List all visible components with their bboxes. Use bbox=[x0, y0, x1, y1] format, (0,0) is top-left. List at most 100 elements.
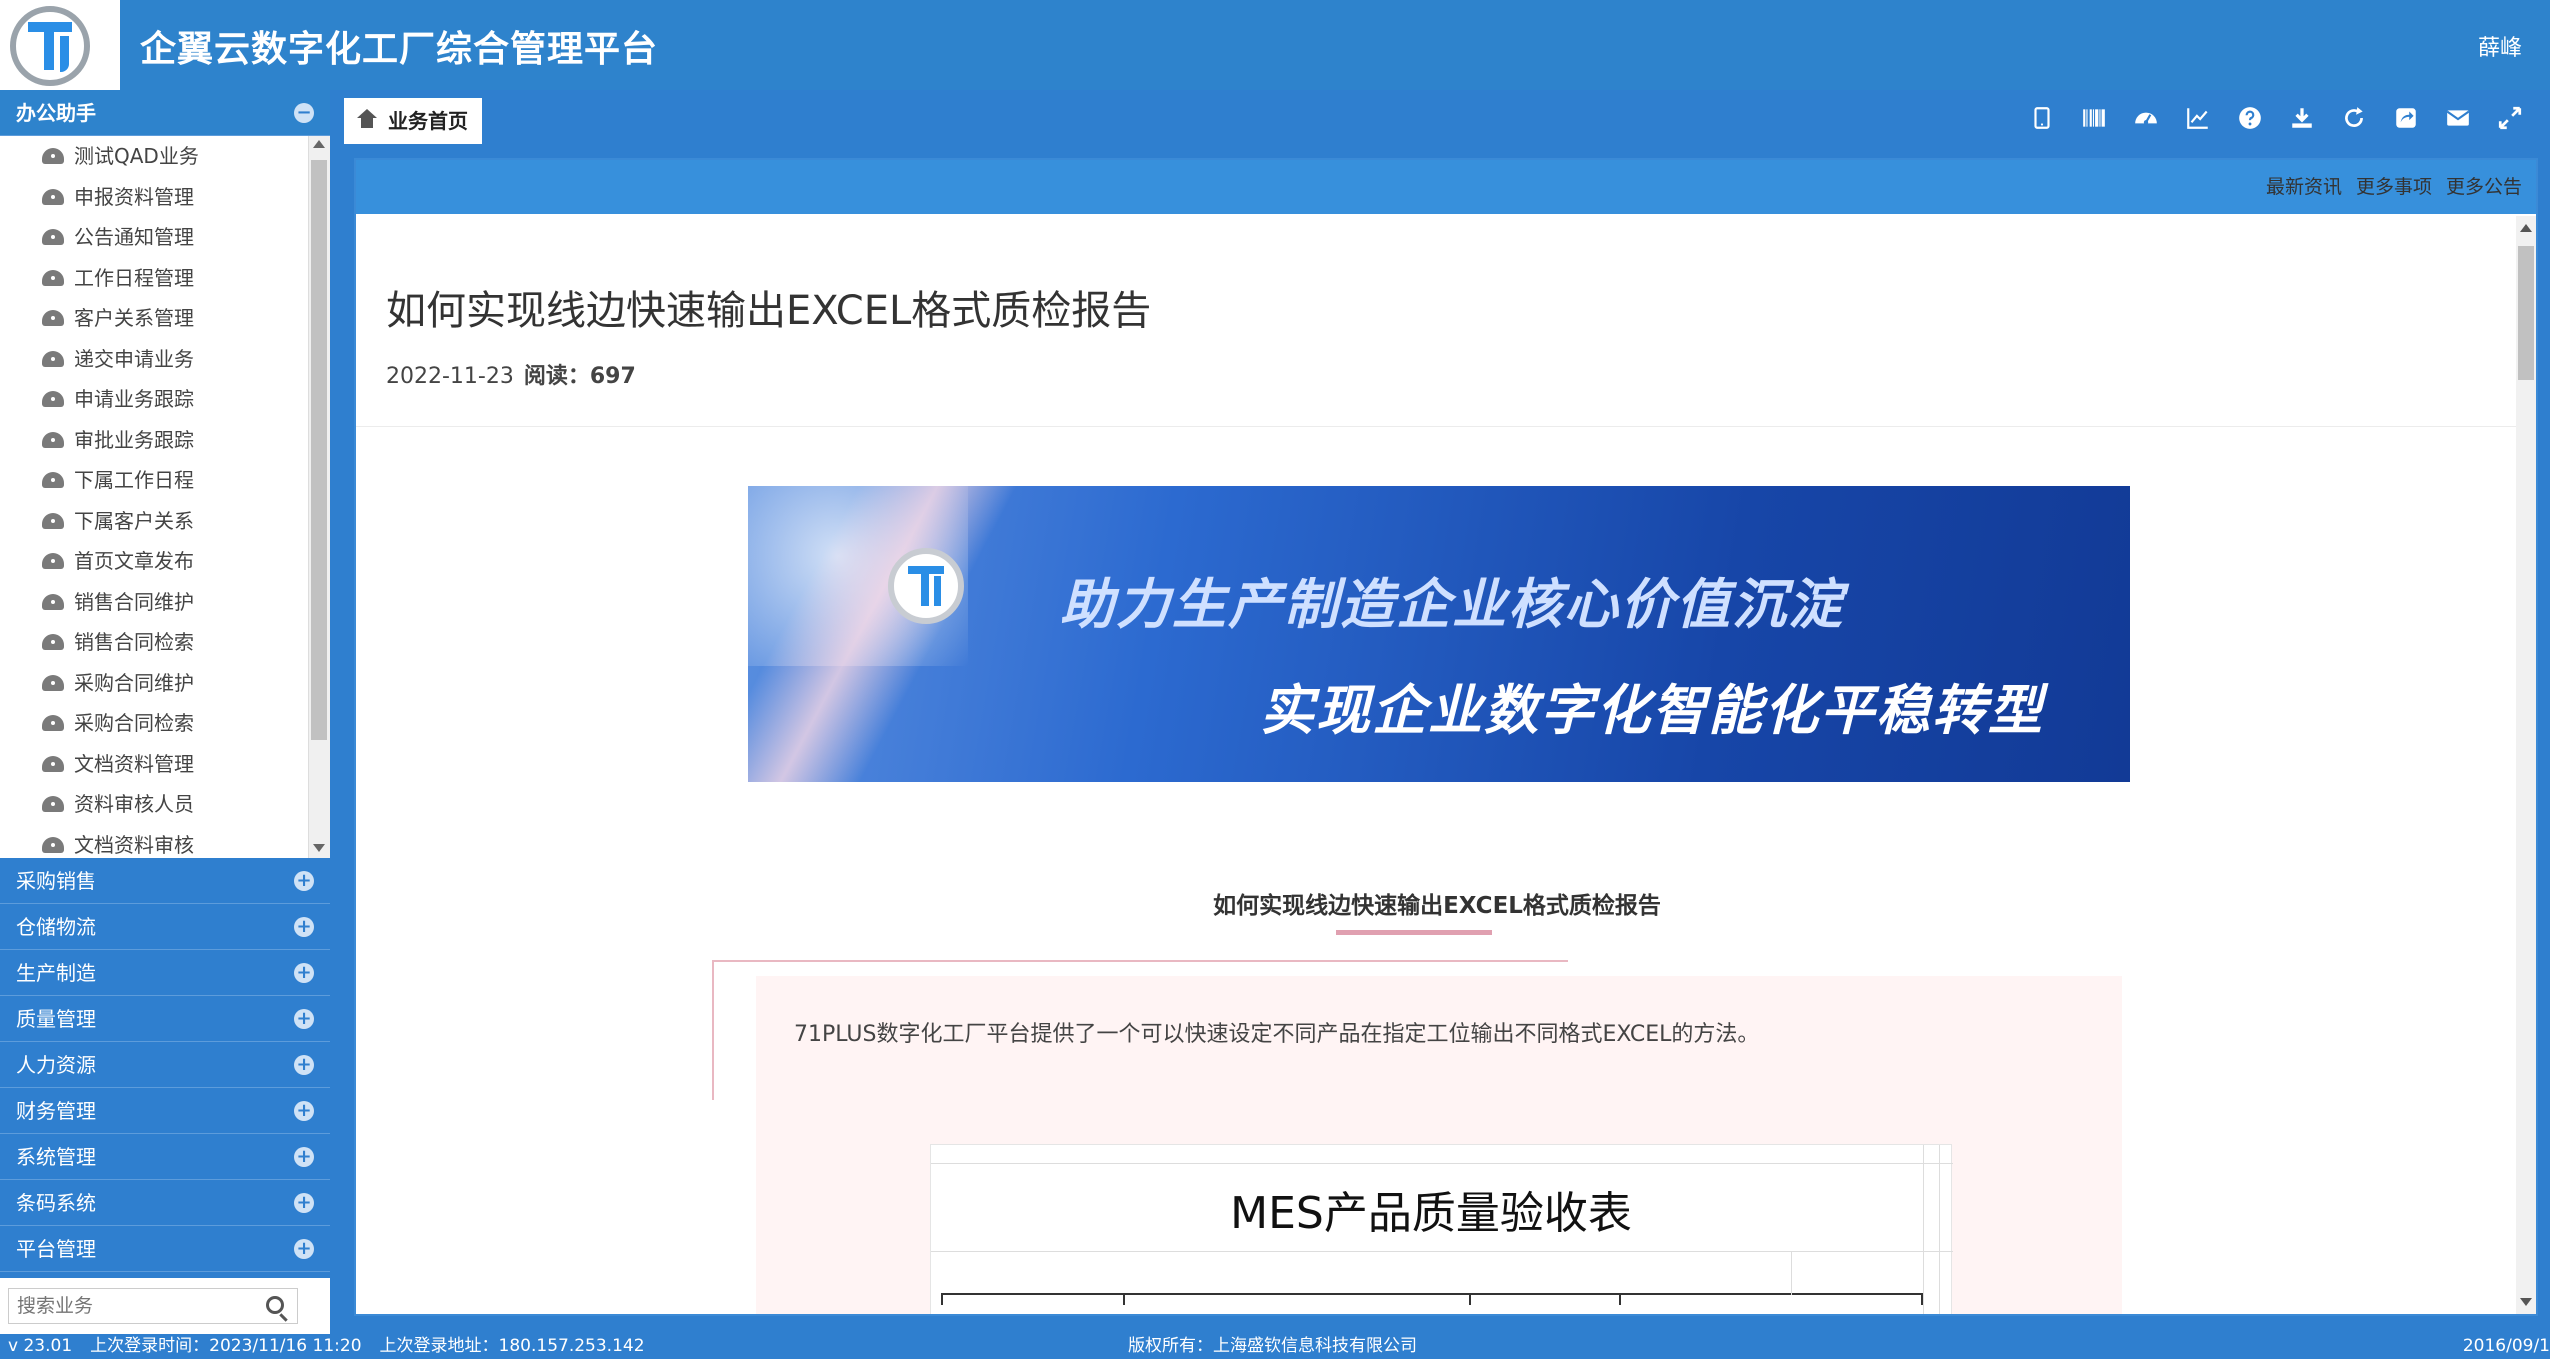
copyright: 版权所有：上海盛钦信息科技有限公司 bbox=[1128, 1336, 1417, 1356]
article-scroll-thumb[interactable] bbox=[2518, 246, 2534, 380]
sidebar-item[interactable]: 采购合同维护 bbox=[0, 663, 330, 704]
dashboard-icon bbox=[42, 350, 64, 367]
article-meta: 2022-11-23 阅读：697 bbox=[386, 358, 636, 390]
article-intro: 71PLUS数字化工厂平台提供了一个可以快速设定不同产品在指定工位输出不同格式E… bbox=[794, 1022, 1760, 1047]
collapse-icon[interactable]: − bbox=[294, 103, 314, 123]
sidebar-group-office[interactable]: 办公助手 − bbox=[0, 90, 330, 136]
article-title: 如何实现线边快速输出EXCEL格式质检报告 bbox=[386, 288, 1152, 334]
sidebar-item[interactable]: 文档资料管理 bbox=[0, 744, 330, 785]
sidebar-group[interactable]: 系统管理 + bbox=[0, 1134, 330, 1180]
sidebar-group[interactable]: 质量管理 + bbox=[0, 996, 330, 1042]
divider bbox=[356, 426, 2518, 427]
sidebar-item[interactable]: 公告通知管理 bbox=[0, 217, 330, 258]
sidebar-group[interactable]: 财务管理 + bbox=[0, 1088, 330, 1134]
dashboard-icon bbox=[42, 634, 64, 650]
dashboard-icon bbox=[42, 472, 64, 488]
article-date: 2022-11-23 bbox=[386, 364, 514, 389]
sidebar-item-label: 下属工作日程 bbox=[74, 468, 194, 492]
sidebar-item[interactable]: 递交申请业务 bbox=[0, 339, 330, 380]
sidebar-item[interactable]: 下属客户关系 bbox=[0, 501, 330, 542]
dashboard-icon[interactable] bbox=[2120, 102, 2172, 134]
mail-icon[interactable] bbox=[2432, 102, 2484, 134]
sidebar-group-label: 人力资源 bbox=[16, 1053, 96, 1077]
sidebar-group[interactable]: 人力资源 + bbox=[0, 1042, 330, 1088]
sidebar-item-label: 申请业务跟踪 bbox=[74, 387, 194, 411]
sidebar-item[interactable]: 申报资料管理 bbox=[0, 177, 330, 218]
frame-links: 最新资讯 更多事项 更多公告 bbox=[2252, 172, 2522, 199]
tablet-icon[interactable] bbox=[2016, 102, 2068, 134]
expand-icon[interactable]: + bbox=[294, 1101, 314, 1121]
sidebar-item[interactable]: 下属工作日程 bbox=[0, 460, 330, 501]
sidebar-group[interactable]: 平台管理 + bbox=[0, 1226, 330, 1272]
sidebar-item[interactable]: 审批业务跟踪 bbox=[0, 420, 330, 461]
scroll-up-icon[interactable] bbox=[2520, 224, 2532, 232]
version: v 23.01 bbox=[8, 1336, 73, 1356]
barcode-icon[interactable] bbox=[2068, 102, 2120, 134]
scroll-up-icon[interactable] bbox=[313, 140, 325, 148]
sidebar-group[interactable]: 采购销售 + bbox=[0, 858, 330, 904]
line-chart-icon[interactable] bbox=[2172, 102, 2224, 134]
dashboard-icon bbox=[42, 310, 64, 326]
dashboard-icon bbox=[42, 553, 64, 569]
sidebar-item[interactable]: 首页文章发布 bbox=[0, 541, 330, 582]
sidebar-item[interactable]: 销售合同检索 bbox=[0, 622, 330, 663]
sidebar-item-label: 资料审核人员 bbox=[74, 792, 194, 816]
tab-home[interactable]: 业务首页 bbox=[344, 98, 482, 144]
sidebar-item[interactable]: 工作日程管理 bbox=[0, 258, 330, 299]
dashboard-icon bbox=[42, 391, 64, 407]
sidebar-item[interactable]: 采购合同检索 bbox=[0, 703, 330, 744]
sidebar-group[interactable]: 条码系统 + bbox=[0, 1180, 330, 1226]
status-date: 2016/09/1 bbox=[2462, 1336, 2550, 1356]
fullscreen-icon[interactable] bbox=[2484, 102, 2536, 134]
sidebar-group[interactable]: 生产制造 + bbox=[0, 950, 330, 996]
sidebar-item[interactable]: 销售合同维护 bbox=[0, 582, 330, 623]
link-more-tasks[interactable]: 更多事项 bbox=[2356, 176, 2432, 198]
tab-bar: 业务首页 bbox=[336, 90, 2550, 144]
expand-icon[interactable]: + bbox=[294, 1055, 314, 1075]
banner-slogan-2: 实现企业数字化智能化平稳转型 bbox=[1260, 679, 2044, 742]
share-icon[interactable] bbox=[2380, 102, 2432, 134]
scroll-down-icon[interactable] bbox=[2520, 1298, 2532, 1306]
sidebar-item[interactable]: 测试QAD业务 bbox=[0, 136, 330, 177]
frame-header: 最新资讯 更多事项 更多公告 bbox=[356, 160, 2536, 214]
article: 如何实现线边快速输出EXCEL格式质检报告 2022-11-23 阅读：697 助… bbox=[356, 216, 2518, 1314]
link-more-notices[interactable]: 更多公告 bbox=[2446, 176, 2522, 198]
dashboard-icon bbox=[42, 512, 64, 529]
sidebar-item[interactable]: 客户关系管理 bbox=[0, 298, 330, 339]
search-icon[interactable] bbox=[266, 1296, 284, 1314]
logo-icon bbox=[10, 6, 90, 86]
link-latest-news[interactable]: 最新资讯 bbox=[2266, 176, 2342, 198]
expand-icon[interactable]: + bbox=[294, 1009, 314, 1029]
sidebar-item[interactable]: 申请业务跟踪 bbox=[0, 379, 330, 420]
sidebar-item-label: 采购合同维护 bbox=[74, 670, 194, 695]
sidebar-group[interactable]: 仓储物流 + bbox=[0, 904, 330, 950]
expand-icon[interactable]: + bbox=[294, 917, 314, 937]
user-name[interactable]: 薛峰 bbox=[2478, 30, 2522, 62]
help-icon[interactable] bbox=[2224, 102, 2276, 134]
article-reads: 阅读：697 bbox=[523, 364, 636, 389]
sidebar-item-label: 首页文章发布 bbox=[74, 549, 194, 573]
banner-logo-icon bbox=[888, 548, 964, 624]
sidebar: 办公助手 − 测试QAD业务 申报资料管理 公告通知管理 工作日程管理 客户关系… bbox=[0, 90, 330, 1334]
sidebar-item-label: 工作日程管理 bbox=[74, 265, 194, 290]
expand-icon[interactable]: + bbox=[294, 1239, 314, 1259]
refresh-icon[interactable] bbox=[2328, 102, 2380, 134]
sidebar-scrollbar[interactable] bbox=[308, 136, 330, 858]
sidebar-item-label: 文档资料审核 bbox=[74, 832, 194, 857]
expand-icon[interactable]: + bbox=[294, 1193, 314, 1213]
dashboard-icon bbox=[42, 431, 64, 448]
sidebar-group-label: 系统管理 bbox=[16, 1145, 96, 1169]
search-input[interactable] bbox=[8, 1288, 298, 1324]
download-icon[interactable] bbox=[2276, 102, 2328, 134]
subtitle-underline bbox=[1336, 930, 1492, 935]
scroll-down-icon[interactable] bbox=[313, 844, 325, 852]
expand-icon[interactable]: + bbox=[294, 1147, 314, 1167]
sidebar-item[interactable]: 文档资料审核 bbox=[0, 825, 330, 859]
article-scrollbar[interactable] bbox=[2516, 216, 2536, 1314]
sidebar-scroll-thumb[interactable] bbox=[311, 160, 327, 740]
expand-icon[interactable]: + bbox=[294, 963, 314, 983]
last-login-address: 上次登录地址：180.157.253.142 bbox=[379, 1336, 645, 1356]
sidebar-item[interactable]: 资料审核人员 bbox=[0, 784, 330, 825]
expand-icon[interactable]: + bbox=[294, 871, 314, 891]
sidebar-item-label: 公告通知管理 bbox=[74, 225, 194, 249]
